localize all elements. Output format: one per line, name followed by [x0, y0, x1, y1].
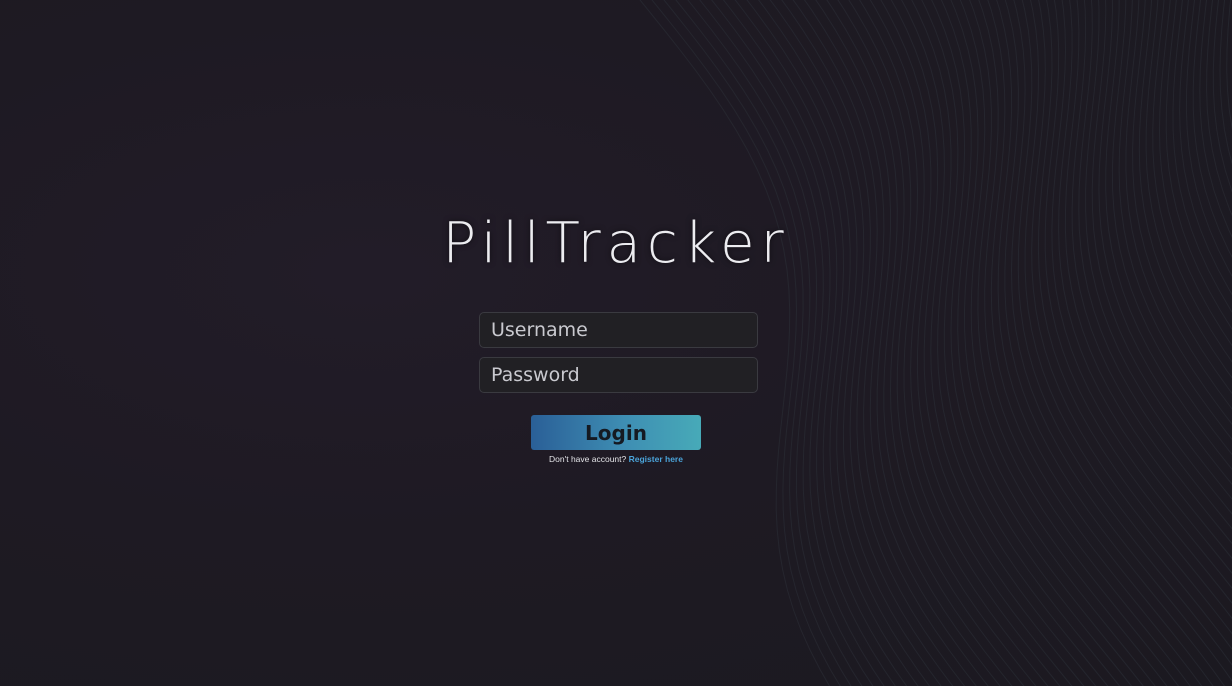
background-wave-line — [1058, 0, 1232, 574]
background-wave-line — [1206, 0, 1232, 217]
register-prompt-text: Don't have account? — [549, 454, 627, 464]
background-wave-line — [848, 0, 1037, 686]
background-wave-line — [869, 0, 1061, 686]
background-wave-line — [1118, 0, 1232, 441]
background-wave-line — [792, 0, 977, 686]
background-wave-line — [837, 0, 1025, 686]
background-wave-line — [803, 0, 989, 686]
background-wave-line — [1125, 0, 1232, 425]
background-wave-line — [1078, 0, 1232, 530]
background-wave-line — [1091, 0, 1232, 500]
background-wave-line — [769, 0, 954, 686]
background-wave-line — [978, 0, 1191, 686]
background-wave-line — [996, 0, 1214, 686]
background-wave-line — [1192, 0, 1232, 258]
background-wave-line — [880, 0, 1073, 686]
background-wave-line — [921, 0, 1121, 686]
background-wave-line — [1037, 0, 1232, 620]
username-input[interactable] — [479, 312, 758, 348]
background-wave-line — [1145, 0, 1232, 379]
background-wave-line — [940, 0, 1144, 686]
background-wave-line — [859, 0, 1049, 686]
background-wave-line — [1179, 0, 1232, 296]
background-wave-line — [1185, 0, 1232, 278]
background-wave-line — [969, 0, 1180, 686]
background-wave-line — [950, 0, 1156, 686]
background-wave-line — [1064, 0, 1232, 560]
register-link[interactable]: Register here — [629, 454, 683, 464]
background-wave-line — [1098, 0, 1232, 485]
background-wave-line — [1165, 0, 1232, 330]
background-wave-line — [1051, 0, 1232, 589]
background-wave-line — [987, 0, 1203, 686]
background-wave-line — [1010, 0, 1232, 682]
background-wave-line — [1172, 0, 1232, 313]
login-button[interactable]: Login — [531, 415, 701, 450]
background-wave-line — [1031, 0, 1232, 635]
background-wave-line — [1085, 0, 1232, 515]
background-wave-line — [1024, 0, 1232, 650]
background-wave-line — [1044, 0, 1232, 604]
background-wave-line — [1111, 0, 1232, 456]
background-wave-line — [901, 0, 1097, 686]
background-wave-line — [1158, 0, 1232, 347]
background-wave-line — [781, 0, 966, 686]
background-wave-line — [890, 0, 1085, 686]
background-wave-line — [746, 0, 931, 686]
background-wave-line — [1105, 0, 1232, 471]
background-wave-line — [1004, 0, 1226, 686]
password-input[interactable] — [479, 357, 758, 393]
background-wave-line — [1017, 0, 1232, 666]
background-wave-line — [1199, 0, 1232, 238]
background-wave-line — [1071, 0, 1232, 545]
background-wave-line — [1226, 0, 1232, 131]
register-prompt-line: Don't have account? Register here — [0, 454, 1232, 464]
background-wave-line — [1219, 0, 1232, 166]
background-wave-line — [815, 0, 1001, 686]
background-wave-line — [959, 0, 1168, 686]
background-wave-line — [1152, 0, 1232, 363]
background-wave-line — [911, 0, 1109, 686]
background-wave-line — [1132, 0, 1232, 410]
background-wave-line — [1212, 0, 1232, 193]
background-wave-line — [1138, 0, 1232, 395]
background-wave-line — [931, 0, 1133, 686]
app-logo: PillTracker — [442, 211, 790, 276]
background-wave-line — [826, 0, 1013, 686]
background-wave-line — [758, 0, 942, 686]
